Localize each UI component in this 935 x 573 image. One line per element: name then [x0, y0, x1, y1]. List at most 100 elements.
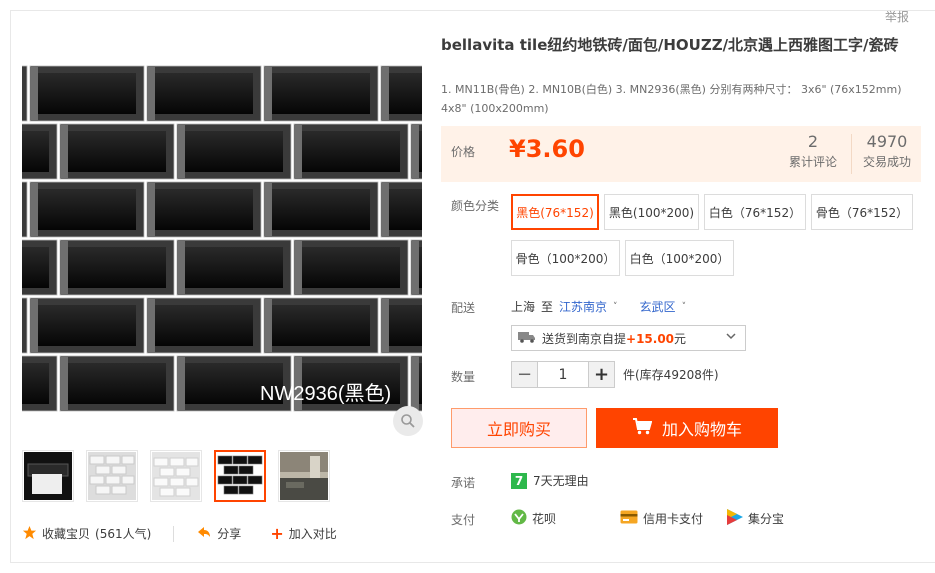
tile-bevel-highlight [178, 357, 185, 410]
sku-option-black-100x200[interactable]: 黑色(100*200) [604, 194, 699, 230]
delivery-from: 上海 [511, 300, 536, 314]
tile-face [302, 131, 400, 172]
tile-face [22, 247, 49, 288]
zoom-icon[interactable] [393, 406, 423, 436]
shipping-unit: 元 [674, 331, 687, 346]
tile-bevel-highlight [148, 299, 155, 352]
promise-text: 7天无理由 [533, 474, 589, 488]
tile-face [68, 363, 166, 404]
quantity-label: 数量 [451, 370, 476, 384]
tile-face [38, 189, 136, 230]
chevron-down-icon [725, 330, 737, 345]
shipping-method-select[interactable]: 送货到南京自提+15.00元 [511, 325, 746, 351]
add-to-cart-button[interactable]: 加入购物车 [596, 408, 778, 448]
tile-face [38, 73, 136, 114]
report-link[interactable]: 举报 [885, 8, 909, 25]
price-label: 价格 [451, 145, 476, 159]
quantity-input[interactable]: 1 [538, 361, 588, 388]
share-button[interactable]: 分享 [196, 525, 241, 542]
sku-option-black-76x152[interactable]: 黑色(76*152) [511, 194, 599, 230]
quantity-stepper: − 1 + 件(库存49208件) [511, 361, 719, 388]
tile-bevel-highlight [265, 183, 272, 236]
tile-wall-image: NW2936(黑色) [22, 38, 422, 438]
sku-option-white-76x152[interactable]: 白色（76*152） [704, 194, 806, 230]
favorite-label: 收藏宝贝 [42, 527, 91, 541]
payment-methods: 花呗 信用卡支付 集分宝 [511, 509, 808, 528]
cart-icon [632, 417, 653, 439]
product-title: bellavita tile纽约地铁砖/面包/HOUZZ/北京遇上西雅图工字/瓷… [441, 36, 899, 54]
delivery-district-select[interactable]: 玄武区 [640, 298, 676, 315]
compare-button[interactable]: + 加入对比 [270, 524, 336, 543]
tile-bevel-highlight [295, 241, 302, 294]
tile-bevel-highlight [148, 67, 155, 120]
tile-face [419, 247, 422, 288]
share-label: 分享 [217, 527, 242, 541]
quantity-increase-button[interactable]: + [588, 361, 615, 388]
tile-bevel-highlight [412, 241, 419, 294]
sku-option-bone-100x200[interactable]: 骨色（100*200） [511, 240, 620, 276]
add-to-cart-label: 加入购物车 [661, 420, 742, 439]
promise-item[interactable]: 7 7天无理由 [511, 472, 589, 489]
stat-divider [851, 134, 852, 174]
favorite-button[interactable]: 收藏宝贝 (561人气) [22, 525, 151, 543]
tile-face [389, 305, 422, 346]
tile-bevel-highlight [265, 67, 272, 120]
sku-option-bone-76x152[interactable]: 骨色（76*152） [811, 194, 913, 230]
thumbnail-white-bevel-tiles-2[interactable] [150, 450, 202, 502]
reviews-count: 2 [807, 132, 819, 151]
tile-bevel-highlight [265, 299, 272, 352]
tile-bevel-highlight [61, 241, 68, 294]
jifenbao-icon [727, 509, 744, 528]
thumbnail-white-bevel-tiles[interactable] [86, 450, 138, 502]
chevron-down-icon: ˅ [681, 301, 687, 312]
plus-icon: + [270, 524, 284, 543]
delivery-label: 配送 [451, 301, 476, 315]
tile-face [38, 305, 136, 346]
tile-face [185, 247, 283, 288]
payment-huabei[interactable]: 花呗 [511, 509, 556, 528]
tile-bevel-highlight [412, 125, 419, 178]
huabei-icon [511, 509, 527, 528]
seven-day-return-icon: 7 [511, 472, 527, 489]
tile-face [272, 305, 370, 346]
delivery-province-select[interactable]: 江苏南京 [559, 298, 607, 315]
tile-face [419, 131, 422, 172]
price-value: ¥3.60 [509, 135, 585, 163]
star-icon [22, 525, 37, 543]
sku-option-white-100x200[interactable]: 白色（100*200） [625, 240, 734, 276]
payment-credit-card[interactable]: 信用卡支付 [620, 510, 703, 527]
tile [22, 297, 28, 354]
tile [22, 181, 28, 238]
product-subtitle: 1. MN11B(骨色) 2. MN10B(白色) 3. MN2936(黑色) … [441, 83, 902, 115]
tile-face [22, 131, 49, 172]
sales-label: 交易成功 [863, 155, 912, 169]
price-box: 价格 ¥3.60 2 累计评论 4970 交易成功 [441, 126, 921, 182]
tile-face [68, 247, 166, 288]
quantity-decrease-button[interactable]: − [511, 361, 538, 388]
main-product-image[interactable]: NW2936(黑色) [22, 38, 422, 438]
divider [173, 525, 175, 542]
delivery-route: 上海 至 江苏南京 ˅ 玄武区 ˅ [511, 298, 686, 315]
shipping-fee: +15.00 [626, 331, 675, 346]
reviews-stat[interactable]: 2 累计评论 [789, 132, 837, 170]
credit-card-icon [620, 510, 638, 527]
tile-bevel-highlight [382, 299, 389, 352]
stock-info: 件(库存49208件) [623, 368, 719, 382]
payment-jifenbao[interactable]: 集分宝 [727, 509, 784, 528]
reviews-label: 累计评论 [789, 155, 838, 169]
tile [22, 65, 28, 122]
tile-bevel-highlight [178, 241, 185, 294]
tile-face [155, 189, 253, 230]
thumbnail-black-tiles-sample[interactable] [22, 450, 74, 502]
tile-face [272, 73, 370, 114]
tile-face [22, 363, 49, 404]
tile-bevel-highlight [61, 357, 68, 410]
tile-bevel-highlight [382, 67, 389, 120]
tile-bevel-highlight [178, 125, 185, 178]
thumbnail-kitchen-scene[interactable] [278, 450, 330, 502]
promise-label: 承诺 [451, 476, 476, 490]
thumbnail-black-bevel-tiles[interactable] [214, 450, 266, 502]
buy-now-button[interactable]: 立即购买 [451, 408, 587, 448]
favorite-count: (561人气) [95, 527, 152, 541]
